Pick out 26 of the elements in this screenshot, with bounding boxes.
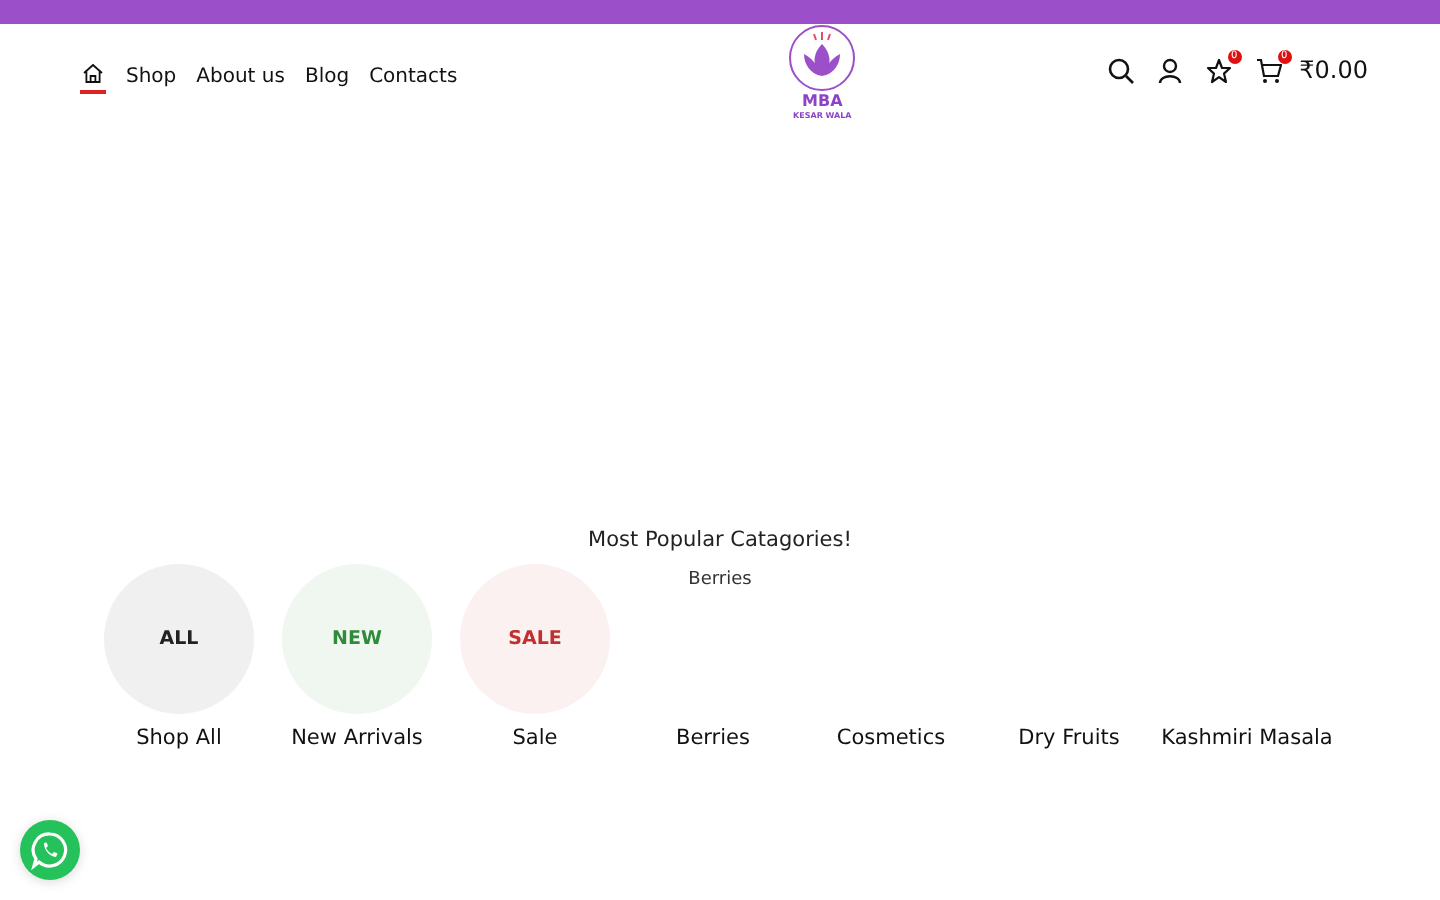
phone-bubble-icon (30, 830, 70, 870)
cart-icon[interactable] (1255, 57, 1282, 83)
category-label[interactable]: Kashmiri Masala (1161, 726, 1333, 750)
category-label[interactable]: Berries (676, 726, 750, 750)
category-label[interactable]: New Arrivals (291, 726, 423, 750)
category-label[interactable]: Cosmetics (836, 726, 946, 750)
category-label[interactable]: Dry Fruits (1018, 726, 1120, 750)
home-link[interactable] (80, 58, 106, 94)
user-icon[interactable] (1157, 57, 1182, 83)
section-title: Most Popular Catagories! (586, 528, 854, 552)
star-icon[interactable] (1205, 57, 1232, 83)
lotus-logo-icon[interactable] (788, 24, 857, 92)
nav-link[interactable]: About us (196, 59, 285, 93)
category-circle[interactable]: ALL (104, 564, 254, 714)
cart-total[interactable]: ₹0.00 (1299, 56, 1368, 84)
category-circle[interactable]: SALE (460, 564, 610, 714)
nav-link[interactable]: Blog (304, 59, 350, 93)
category-circle[interactable]: NEW (282, 564, 432, 714)
nav-link[interactable]: Contacts (369, 59, 458, 93)
category-label[interactable]: Sale (512, 726, 558, 750)
home-icon (82, 62, 104, 84)
category-label[interactable]: Shop All (136, 726, 222, 750)
search-icon[interactable] (1107, 57, 1134, 83)
nav-link[interactable]: Shop (126, 59, 177, 93)
image-alt-text: Berries (688, 570, 752, 590)
logo-title: MBA (802, 92, 843, 110)
